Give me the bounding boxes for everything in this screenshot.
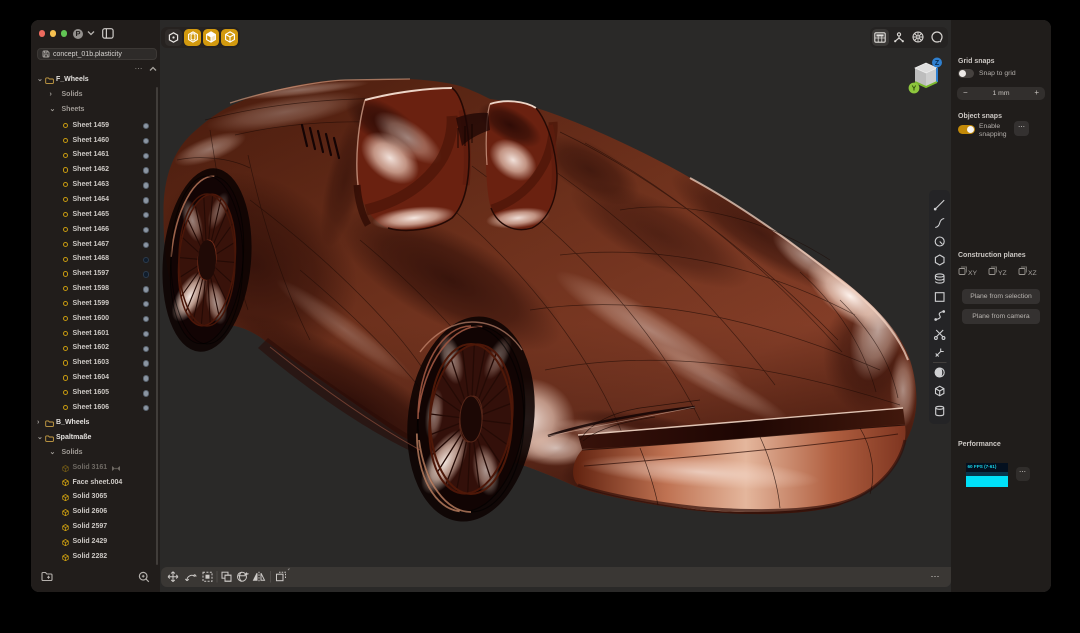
svg-text:Y: Y [911,86,916,93]
svg-text:YZ: YZ [998,270,1007,277]
svg-text:Z: Z [934,60,939,67]
svg-text:XY: XY [968,270,978,277]
svg-text:XZ: XZ [1028,270,1037,277]
